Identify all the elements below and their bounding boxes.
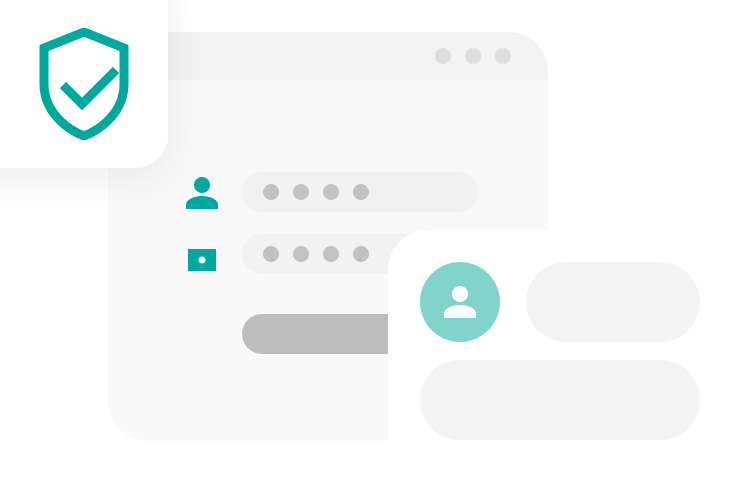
window-control-dot[interactable] xyxy=(435,48,451,64)
shield-check-icon xyxy=(39,28,129,140)
window-control-dot[interactable] xyxy=(495,48,511,64)
mask-dot xyxy=(323,246,339,262)
profile-card xyxy=(388,230,732,490)
mask-dot xyxy=(323,184,339,200)
user-icon xyxy=(186,177,218,209)
avatar[interactable] xyxy=(420,262,500,342)
username-field[interactable] xyxy=(242,172,478,212)
mask-dot xyxy=(263,246,279,262)
mask-dot xyxy=(353,246,369,262)
security-badge-card xyxy=(0,0,168,168)
avatar-user-icon xyxy=(444,286,476,318)
mask-dot xyxy=(293,246,309,262)
window-titlebar xyxy=(108,32,548,80)
mask-dot xyxy=(293,184,309,200)
lock-icon xyxy=(188,249,216,271)
mask-dot xyxy=(353,184,369,200)
profile-name-placeholder xyxy=(526,262,700,342)
mask-dot xyxy=(263,184,279,200)
profile-details-placeholder xyxy=(420,360,700,440)
window-control-dot[interactable] xyxy=(465,48,481,64)
